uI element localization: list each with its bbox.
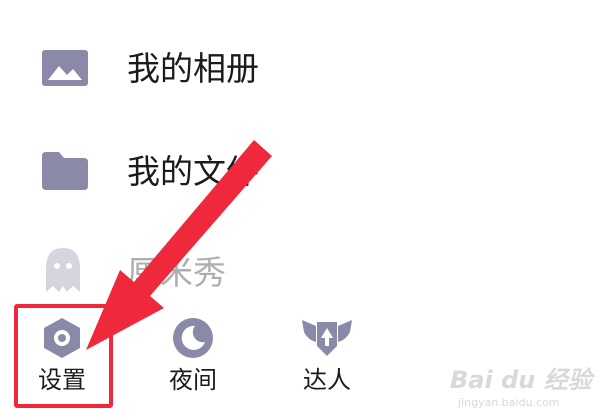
- annotation-highlight-box: [14, 304, 113, 408]
- watermark-url: jingyan.baidu.com: [458, 396, 560, 409]
- menu-item-cmshow[interactable]: 厘米秀: [0, 228, 605, 308]
- watermark-brand: Bai du 经验: [450, 366, 592, 394]
- watermark-logo: Bai du 经验 jingyan.baidu.com: [450, 360, 600, 415]
- folder-icon: [42, 152, 88, 194]
- menu-item-label: 厘米秀: [127, 253, 226, 292]
- menu-item-label: 我的文件: [127, 152, 259, 191]
- bottom-night-label: 夜间: [169, 366, 217, 394]
- moon-icon: [171, 316, 215, 360]
- ghost-icon: [42, 246, 84, 298]
- image-icon: [42, 50, 88, 90]
- bottom-expert-label: 达人: [303, 366, 351, 394]
- menu-item-album[interactable]: 我的相册: [0, 30, 605, 110]
- bottom-expert-button[interactable]: 达人: [287, 316, 367, 392]
- winged-badge-icon: [300, 316, 354, 360]
- menu-item-label: 我的相册: [127, 49, 259, 88]
- menu-item-files[interactable]: 我的文件: [0, 130, 605, 210]
- bottom-night-button[interactable]: 夜间: [153, 316, 233, 392]
